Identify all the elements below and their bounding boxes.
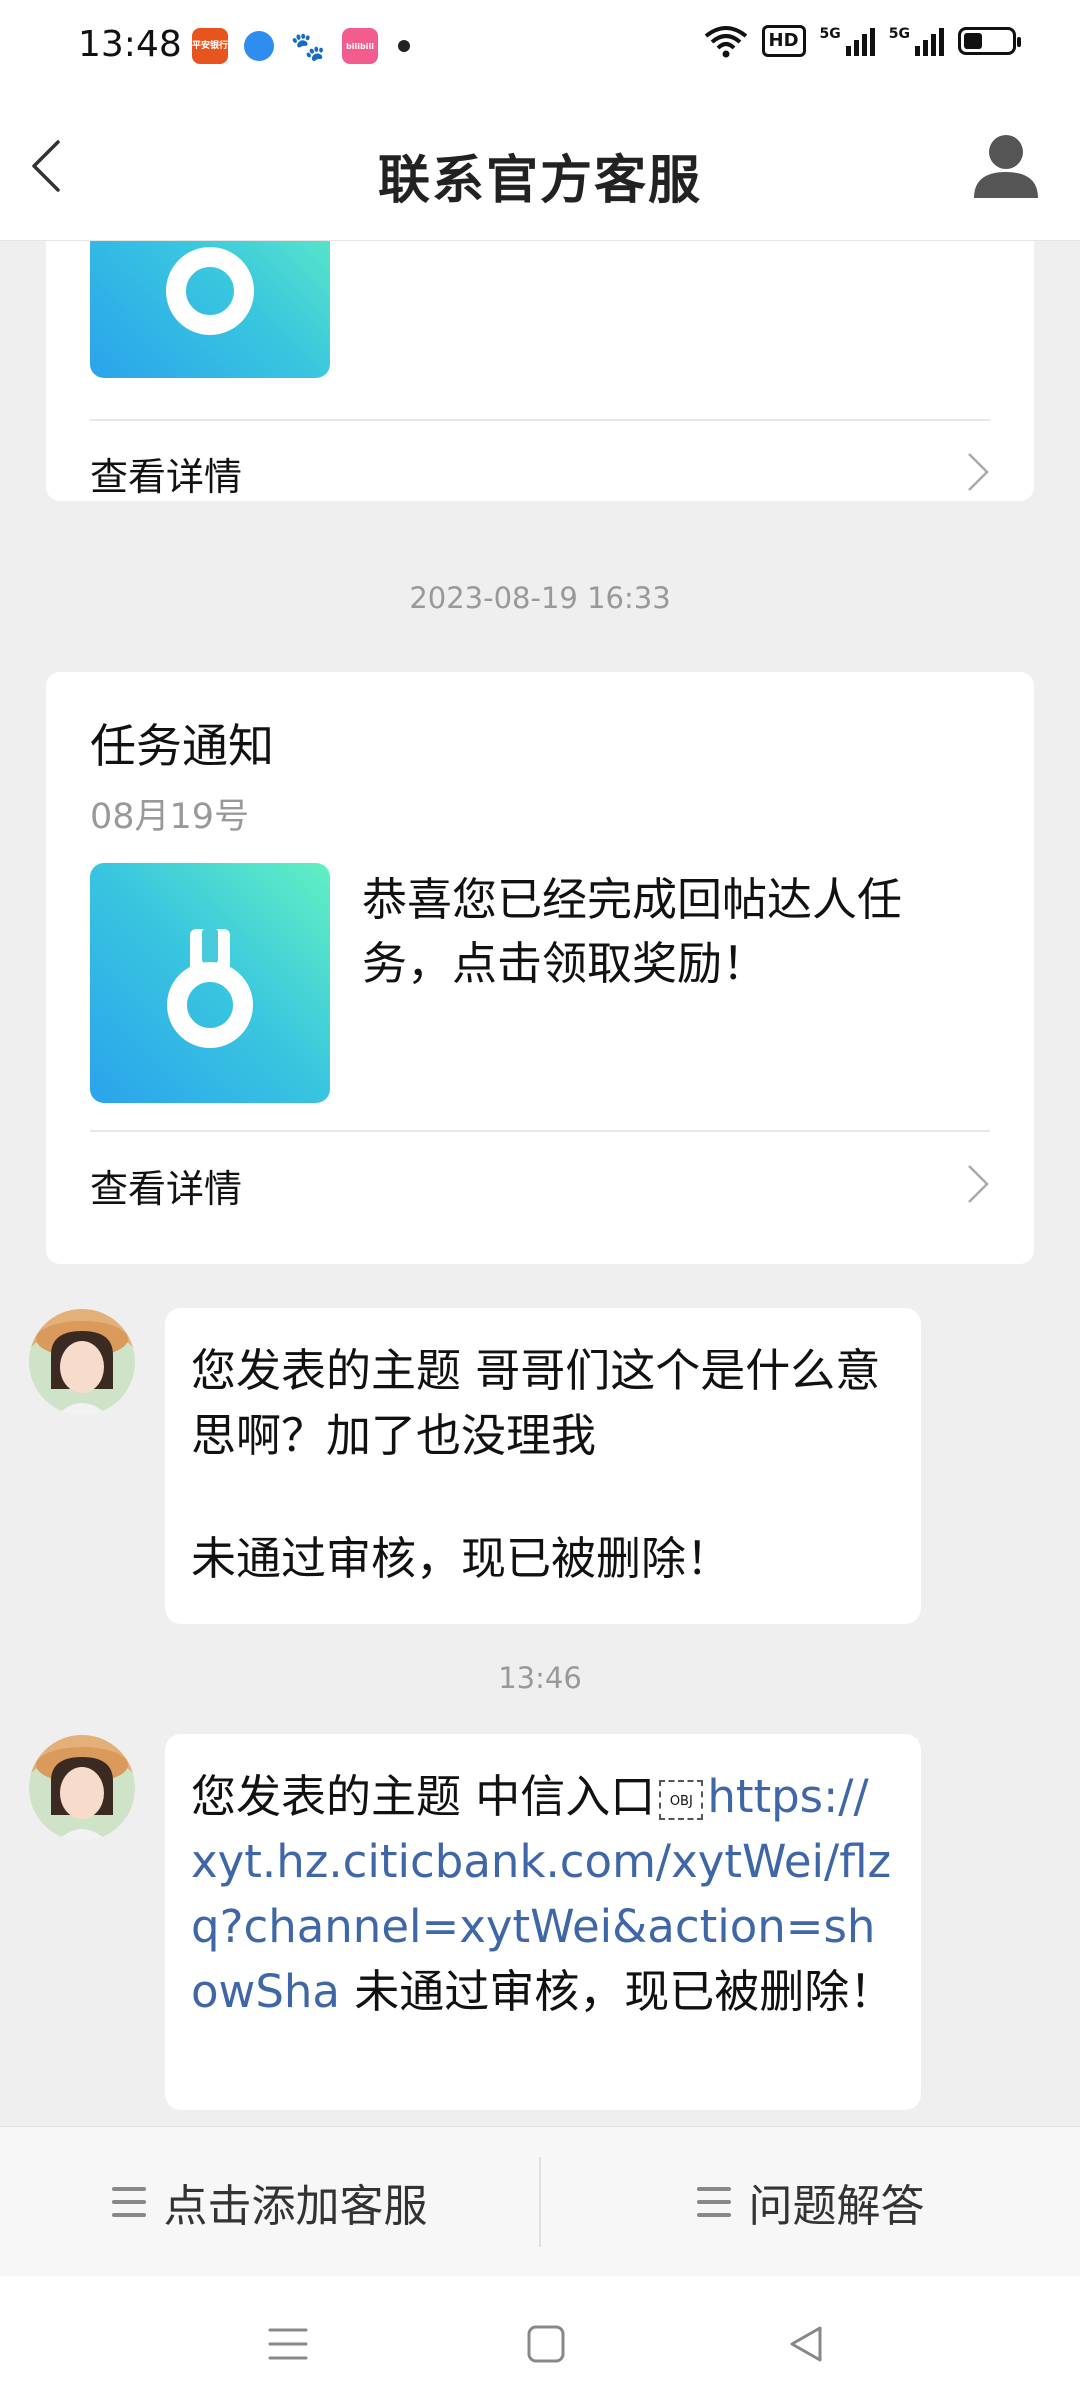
system-indicators: HD 5G 5G [704,24,1021,58]
menu-icon [696,2187,731,2217]
message-status-text: 未通过审核，现已被删除！ [191,1532,732,1585]
wifi-icon [704,26,747,58]
chevron-right-icon [968,453,989,491]
task-notification-card[interactable]: 任务通知 08月19号 恭喜您已经完成回帖达人任务，点击领取奖励！ 查看详情 [46,672,1034,1264]
view-details-link[interactable]: 查看详情 [90,446,242,501]
battery-icon [958,27,1021,55]
chat-content[interactable]: 查看详情 2023-08-19 16:33 任务通知 08月19号 恭喜您已经完… [0,241,1080,2126]
message-status-text: 未通过审核，现已被删除！ [340,1965,895,2018]
message-bubble[interactable]: 您发表的主题 中信入口 OBJ https://xyt.hz.citicbank.c… [165,1734,921,2110]
menu-icon [111,2187,146,2217]
bili-label: bilibili [346,41,374,51]
network-label-2: 5G [888,26,910,42]
timestamp: 13:46 [498,1661,582,1695]
task-card-date: 08月19号 [90,797,250,837]
add-customer-service-label: 点击添加客服 [163,2181,428,2232]
medal-icon [166,247,254,335]
view-details-link[interactable]: 查看详情 [90,1158,242,1213]
page-title: 联系官方客服 [377,151,702,211]
medal-icon [167,929,253,1048]
battery-fill [964,33,982,49]
card-divider [90,1130,990,1132]
back-icon[interactable] [784,2322,828,2366]
hd-voice-icon: HD [761,25,806,57]
baidu-icon: 🐾 [290,29,326,63]
faq-button[interactable]: 问题解答 [541,2127,1080,2277]
add-customer-service-button[interactable]: 点击添加客服 [0,2127,539,2277]
app-header: 联系官方客服 [0,96,1080,241]
official-avatar[interactable] [29,1735,135,1841]
signal-icon-1: 5G [820,26,875,56]
medal-tile [90,241,330,378]
faq-label: 问题解答 [748,2181,925,2232]
official-avatar[interactable] [29,1309,135,1415]
bilibili-icon: bilibili [342,28,378,64]
signal-icon-2: 5G [889,26,944,56]
medal-tile [90,863,330,1103]
network-label-1: 5G [819,26,841,42]
message-text: 您发表的主题 哥哥们这个是什么意思啊？加了也没理我 [191,1344,881,1462]
pingan-label: 平安银行 [192,41,229,51]
chevron-right-icon [968,1165,989,1203]
task-card-message: 恭喜您已经完成回帖达人任务，点击领取奖励！ [362,873,903,990]
message-text: 您发表的主题 中信入口 [191,1770,656,1823]
more-notifications-dot [398,40,410,52]
card-divider [90,419,990,421]
user-profile-icon[interactable] [970,128,1042,200]
blue-bubble-icon [244,31,274,61]
recent-apps-icon[interactable] [266,2322,310,2366]
object-placeholder-icon: OBJ [659,1780,704,1820]
system-navigation-bar [0,2276,1080,2408]
notification-icons: 平安银行 🐾 bilibili [192,28,410,64]
task-card-title: 任务通知 [90,719,274,773]
home-icon[interactable] [524,2322,568,2366]
status-bar: 13:48 平安银行 🐾 bilibili HD 5G 5G [0,0,1080,96]
bottom-menu-bar: 点击添加客服 问题解答 [0,2126,1080,2277]
timestamp: 2023-08-19 16:33 [409,581,671,615]
status-time: 13:48 [78,24,182,65]
pingan-bank-icon: 平安银行 [192,28,228,64]
message-bubble[interactable]: 您发表的主题 哥哥们这个是什么意思啊？加了也没理我 未通过审核，现已被删除！ [165,1308,921,1624]
notification-card-previous[interactable]: 查看详情 [46,241,1034,501]
